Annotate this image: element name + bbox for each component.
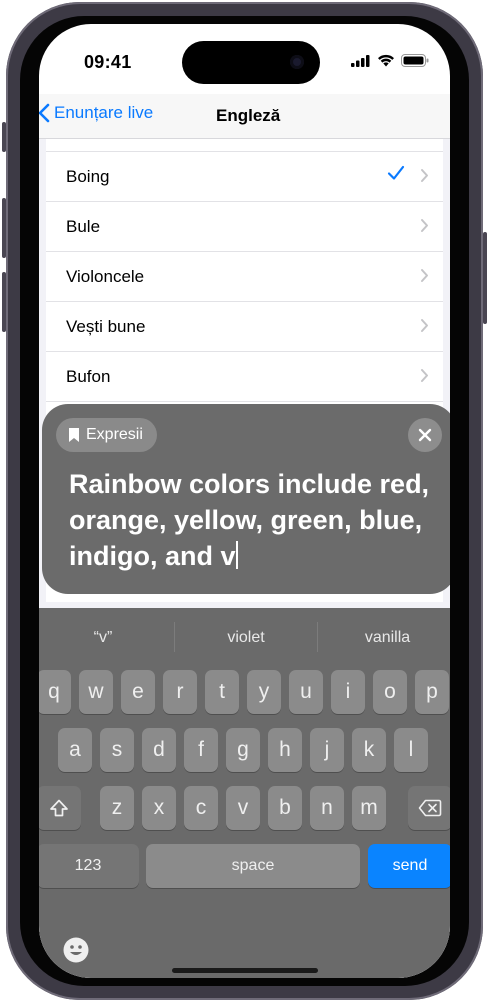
back-button[interactable]: Enunțare live — [39, 103, 153, 123]
camera-icon — [290, 55, 304, 69]
page-title: Engleză — [216, 106, 281, 125]
key-u[interactable]: u — [289, 670, 323, 714]
key-x[interactable]: x — [142, 786, 176, 830]
key-e[interactable]: e — [121, 670, 155, 714]
key-m[interactable]: m — [352, 786, 386, 830]
key-i[interactable]: i — [331, 670, 365, 714]
dynamic-island — [182, 41, 320, 84]
space-key[interactable]: space — [146, 844, 360, 888]
backspace-icon — [418, 799, 442, 817]
navigation-bar: Enunțare live Engleză — [39, 94, 450, 139]
key-t[interactable]: t — [205, 670, 239, 714]
list-item-bule[interactable]: Bule — [46, 202, 443, 252]
send-key[interactable]: send — [368, 844, 450, 888]
phone-mockup: 09:41 Enunțare live Engleză Boing Bule V… — [0, 0, 489, 1004]
list-item-bufon[interactable]: Bufon — [46, 352, 443, 402]
phrases-button-label: Expresii — [86, 426, 143, 443]
bookmark-icon — [69, 428, 79, 442]
key-c[interactable]: c — [184, 786, 218, 830]
key-k[interactable]: k — [352, 728, 386, 772]
phrase-text: Rainbow colors include red, orange, yell… — [69, 469, 430, 571]
close-icon — [418, 428, 432, 442]
close-button[interactable] — [408, 418, 442, 452]
phrases-button[interactable]: Expresii — [56, 418, 157, 452]
key-j[interactable]: j — [310, 728, 344, 772]
screen: 09:41 Enunțare live Engleză Boing Bule V… — [39, 24, 450, 978]
key-q[interactable]: q — [39, 670, 71, 714]
home-indicator[interactable] — [172, 968, 318, 973]
numbers-key[interactable]: 123 — [39, 844, 139, 888]
chevron-right-icon — [420, 218, 429, 238]
list-item-boing[interactable]: Boing — [46, 152, 443, 202]
key-f[interactable]: f — [184, 728, 218, 772]
shift-icon — [50, 799, 68, 817]
back-button-label: Enunțare live — [54, 103, 154, 122]
key-d[interactable]: d — [142, 728, 176, 772]
suggestion-2[interactable]: violet — [175, 616, 317, 660]
list-item-vesti-bune[interactable]: Vești bune — [46, 302, 443, 352]
list-item-partial — [46, 139, 443, 152]
key-h[interactable]: h — [268, 728, 302, 772]
side-button — [483, 232, 487, 324]
key-y[interactable]: y — [247, 670, 281, 714]
list-item-label: Boing — [66, 167, 110, 186]
status-time: 09:41 — [84, 52, 132, 72]
suggestion-3[interactable]: vanilla — [318, 616, 450, 660]
text-cursor — [235, 541, 238, 569]
key-w[interactable]: w — [79, 670, 113, 714]
list-item-label: Violoncele — [66, 267, 145, 286]
chevron-right-icon — [420, 368, 429, 388]
emoji-button[interactable] — [62, 936, 90, 969]
key-r[interactable]: r — [163, 670, 197, 714]
key-n[interactable]: n — [310, 786, 344, 830]
key-g[interactable]: g — [226, 728, 260, 772]
key-z[interactable]: z — [100, 786, 134, 830]
checkmark-icon — [387, 164, 405, 187]
battery-icon — [401, 54, 429, 67]
key-a[interactable]: a — [58, 728, 92, 772]
chevron-right-icon — [420, 318, 429, 338]
phrase-text-field[interactable]: Rainbow colors include red, orange, yell… — [69, 466, 439, 574]
chevron-right-icon — [420, 168, 429, 188]
keyboard: “v” violet vanilla q w e r t y u i o p a… — [39, 608, 450, 978]
chevron-left-icon — [39, 103, 50, 123]
suggestion-1[interactable]: “v” — [39, 616, 174, 660]
emoji-icon — [63, 937, 89, 963]
volume-up-button — [2, 198, 6, 258]
key-v[interactable]: v — [226, 786, 260, 830]
action-button — [2, 122, 6, 152]
list-item-label: Bufon — [66, 367, 111, 386]
delete-key[interactable] — [408, 786, 450, 830]
key-l[interactable]: l — [394, 728, 428, 772]
volume-down-button — [2, 272, 6, 332]
live-speech-panel: Expresii Rainbow colors include red, ora… — [42, 404, 450, 594]
chevron-right-icon — [420, 268, 429, 288]
list-item-label: Bule — [66, 217, 101, 236]
list-item-violoncele[interactable]: Violoncele — [46, 252, 443, 302]
key-b[interactable]: b — [268, 786, 302, 830]
key-s[interactable]: s — [100, 728, 134, 772]
key-p[interactable]: p — [415, 670, 449, 714]
wifi-icon — [378, 54, 394, 67]
status-icons — [351, 54, 429, 67]
cellular-signal-icon — [351, 54, 370, 67]
list-item-label: Vești bune — [66, 317, 146, 336]
key-o[interactable]: o — [373, 670, 407, 714]
shift-key[interactable] — [39, 786, 81, 830]
